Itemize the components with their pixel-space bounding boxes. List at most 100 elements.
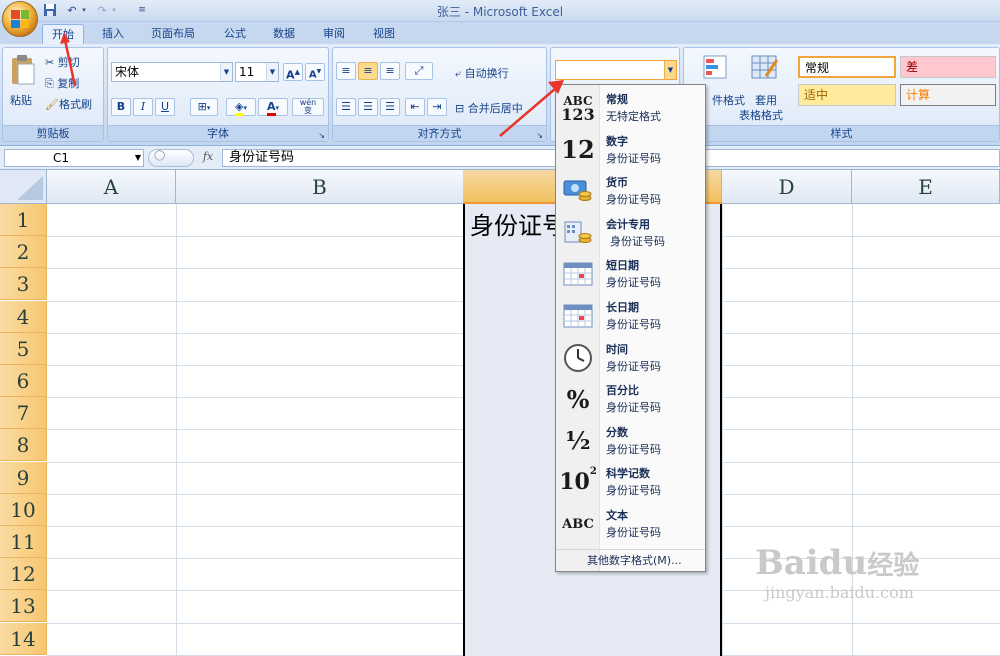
row-header-3[interactable]: 3 xyxy=(0,268,47,301)
row-header-1[interactable]: 1 xyxy=(0,204,47,236)
undo-dropdown-icon[interactable]: ▾ xyxy=(80,3,88,18)
office-logo-icon xyxy=(11,10,29,28)
name-box[interactable]: C1 ▼ xyxy=(4,149,144,167)
menu-item-currency-format[interactable]: 货币 身份证号码 xyxy=(556,170,705,211)
formula-bar: C1 ▼ ◯ fx 身份证号码 xyxy=(0,146,1000,170)
style-calculation[interactable]: 计算 xyxy=(900,84,996,106)
menu-item-accounting-format[interactable]: 会计专用 身份证号码 xyxy=(556,212,705,253)
office-button[interactable] xyxy=(2,1,38,37)
align-right-button[interactable]: ☰ xyxy=(380,98,400,116)
copy-icon: ⎘ xyxy=(45,77,54,90)
row-header-9[interactable]: 9 xyxy=(0,461,47,494)
currency-format-icon xyxy=(560,175,596,207)
row-header-2[interactable]: 2 xyxy=(0,236,47,269)
chevron-down-icon[interactable]: ▼ xyxy=(664,61,676,79)
time-clock-icon xyxy=(560,342,596,374)
save-icon[interactable] xyxy=(42,3,58,18)
menu-item-number-format[interactable]: 12 数字 身份证号码 xyxy=(556,129,705,170)
font-name-combo[interactable]: 宋体 ▼ xyxy=(111,62,233,82)
align-top-button[interactable]: ≡ xyxy=(336,62,356,80)
menu-item-percent[interactable]: % 百分比 身份证号码 xyxy=(556,378,705,419)
menu-item-text-format[interactable]: ABC 文本 身份证号码 xyxy=(556,503,705,544)
row-header-7[interactable]: 7 xyxy=(0,397,47,430)
font-size-combo[interactable]: 11 ▼ xyxy=(235,62,279,82)
column-header-e[interactable]: E xyxy=(852,170,1000,204)
shrink-font-button[interactable]: A▼ xyxy=(305,63,325,81)
column-header-b[interactable]: B xyxy=(176,170,464,204)
customize-quick-access-icon[interactable]: ≡ xyxy=(134,3,150,18)
fill-color-button[interactable]: ◈▾ xyxy=(226,98,256,116)
menu-item-title: 货币 xyxy=(606,176,628,190)
watermark-brand-cn: 经验 xyxy=(867,551,920,581)
row-header-10[interactable]: 10 xyxy=(0,493,47,526)
row-header-13[interactable]: 13 xyxy=(0,590,47,623)
dialog-launcher-icon[interactable]: ↘ xyxy=(318,131,325,140)
underline-button[interactable]: U xyxy=(155,98,175,116)
tab-review[interactable]: 审阅 xyxy=(314,24,354,44)
italic-button[interactable]: I xyxy=(133,98,153,116)
orientation-button[interactable]: ⤢ xyxy=(405,62,433,80)
font-color-button[interactable]: A▾ xyxy=(258,98,288,116)
row-header-6[interactable]: 6 xyxy=(0,365,47,397)
styles-group-label: 样式 xyxy=(684,125,999,141)
column-header-d[interactable]: D xyxy=(722,170,852,204)
align-bottom-button[interactable]: ≡ xyxy=(380,62,400,80)
clipboard-group: 粘贴 ✂ 剪切 ⎘ 复制 🖌格式刷 剪贴板 xyxy=(2,47,104,142)
brush-icon: 🖌 xyxy=(45,98,59,111)
align-center-button[interactable]: ☰ xyxy=(358,98,378,116)
menu-item-title: 科学记数 xyxy=(606,467,650,481)
chevron-down-icon[interactable]: ▼ xyxy=(135,150,141,166)
style-neutral[interactable]: 适中 xyxy=(798,84,896,106)
column-header-a[interactable]: A xyxy=(47,170,176,204)
grow-font-button[interactable]: A▲ xyxy=(283,63,303,82)
undo-icon[interactable]: ↶ xyxy=(64,3,80,18)
insert-function-icon[interactable]: fx xyxy=(196,150,220,166)
row-header-12[interactable]: 12 xyxy=(0,558,47,591)
table-format-icon xyxy=(751,55,779,79)
tab-page-layout[interactable]: 页面布局 xyxy=(142,24,204,44)
menu-item-scientific[interactable]: 10 2 科学记数 身份证号码 xyxy=(556,461,705,502)
menu-item-general-format[interactable]: ABC 123 常规 无特定格式 xyxy=(556,87,705,128)
more-number-formats[interactable]: 其他数字格式(M)... xyxy=(556,549,705,571)
menu-item-title: 长日期 xyxy=(606,301,639,314)
orientation-icon: ⤢ xyxy=(414,64,424,77)
grow-font-icon: A xyxy=(286,68,295,82)
format-as-table-button[interactable]: 套用 表格格式 xyxy=(738,52,794,122)
border-button[interactable]: ⊞▾ xyxy=(190,98,218,116)
row-header-8[interactable]: 8 xyxy=(0,429,47,462)
style-normal[interactable]: 常规 xyxy=(798,56,896,78)
format-painter-label: 格式刷 xyxy=(58,98,92,111)
bold-button[interactable]: B xyxy=(111,98,131,116)
row-header-14[interactable]: 14 xyxy=(0,622,47,655)
align-left-button[interactable]: ☰ xyxy=(336,98,356,116)
tab-view[interactable]: 视图 xyxy=(364,24,404,44)
menu-item-time-clock[interactable]: 时间 身份证号码 xyxy=(556,337,705,378)
tab-data[interactable]: 数据 xyxy=(264,24,304,44)
chevron-down-icon[interactable]: ▼ xyxy=(220,63,232,81)
style-bad[interactable]: 差 xyxy=(900,56,996,78)
select-all-corner[interactable] xyxy=(0,170,47,204)
menu-item-subtitle: 身份证号码 xyxy=(606,151,661,165)
align-middle-button[interactable]: ≡ xyxy=(358,62,378,80)
tab-insert[interactable]: 插入 xyxy=(93,24,133,44)
tab-formulas[interactable]: 公式 xyxy=(215,24,255,44)
menu-item-long-date[interactable]: 长日期 身份证号码 xyxy=(556,295,705,336)
decrease-indent-button[interactable]: ⇤ xyxy=(405,98,425,116)
redo-dropdown-icon[interactable]: ▾ xyxy=(110,3,118,18)
formula-expand-handle[interactable]: ◯ xyxy=(148,149,194,167)
redo-icon[interactable]: ↷ xyxy=(94,3,110,18)
border-icon: ⊞ xyxy=(197,100,207,113)
increase-indent-button[interactable]: ⇥ xyxy=(427,98,447,116)
chevron-down-icon[interactable]: ▼ xyxy=(266,63,278,81)
title-bar: 张三 - Microsoft Excel ↶ ▾ ↷ ▾ ≡ xyxy=(0,0,1000,22)
format-painter-button[interactable]: 🖌格式刷 xyxy=(45,96,92,112)
scientific-icon: 10 2 xyxy=(559,466,597,496)
clipboard-group-label: 剪贴板 xyxy=(3,125,103,141)
menu-item-fraction[interactable]: ½ 分数 身份证号码 xyxy=(556,420,705,461)
row-header-4[interactable]: 4 xyxy=(0,300,47,333)
menu-item-short-date[interactable]: 短日期 身份证号码 xyxy=(556,253,705,294)
row-header-5[interactable]: 5 xyxy=(0,332,47,365)
paste-button[interactable]: 粘贴 xyxy=(6,52,40,108)
phonetic-guide-button[interactable]: wén 变 xyxy=(292,98,324,116)
row-header-11[interactable]: 11 xyxy=(0,526,47,558)
